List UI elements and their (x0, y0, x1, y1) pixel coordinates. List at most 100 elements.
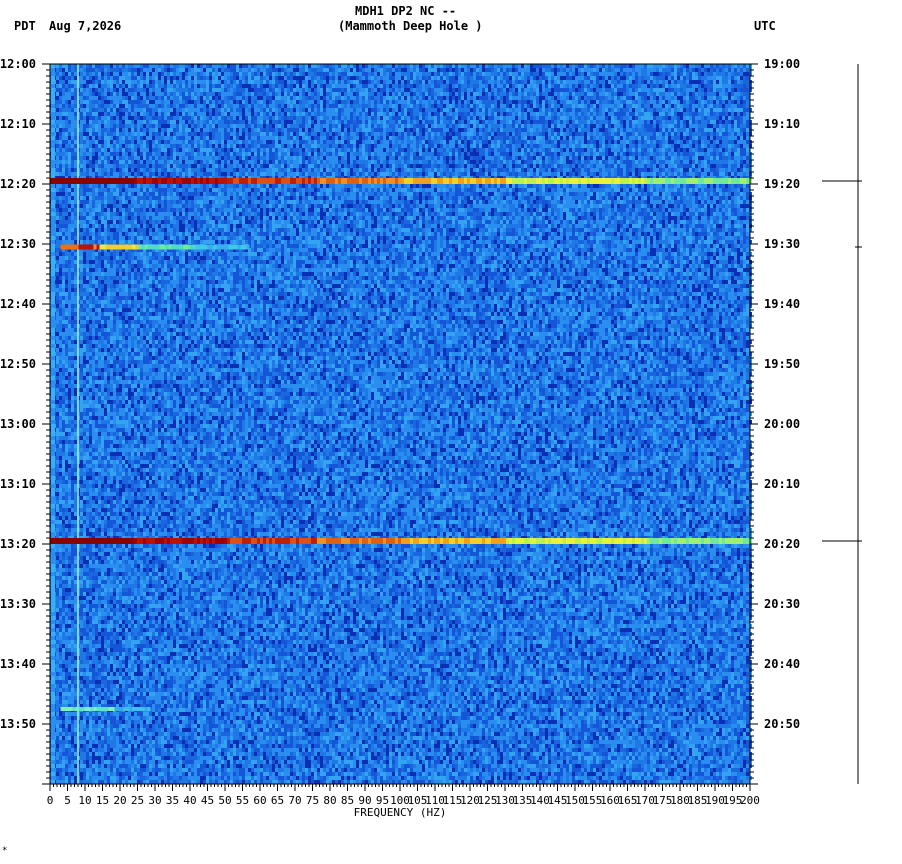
spectrogram-cell (89, 64, 92, 68)
spectrogram-cell (188, 84, 191, 88)
spectrogram-cell (350, 152, 353, 156)
spectrogram-cell (314, 144, 317, 148)
spectrogram-cell (659, 128, 662, 132)
spectrogram-cell (407, 112, 410, 116)
spectrogram-cell (629, 88, 632, 92)
spectrogram-cell (392, 76, 395, 80)
spectrogram-cell (119, 120, 122, 124)
spectrogram-cell (689, 96, 692, 100)
spectrogram-cell (110, 108, 113, 112)
spectrogram-cell (74, 72, 77, 76)
spectrogram-cell (614, 160, 617, 164)
spectrogram-cell (83, 100, 86, 104)
spectrogram-cell (251, 76, 254, 80)
spectrogram-cell (530, 80, 533, 84)
spectrogram-cell (275, 96, 278, 100)
spectrogram-cell (386, 136, 389, 140)
spectrogram-cell (413, 132, 416, 136)
spectrogram-cell (251, 120, 254, 124)
spectrogram-cell (146, 140, 149, 144)
spectrogram-cell (671, 140, 674, 144)
spectrogram-cell (560, 84, 563, 88)
spectrogram-cell (179, 140, 182, 144)
spectrogram-cell (209, 96, 212, 100)
spectrogram-cell (368, 140, 371, 144)
spectrogram-cell (734, 116, 737, 120)
spectrogram-cell (128, 76, 131, 80)
spectrogram-cell (287, 108, 290, 112)
spectrogram-cell (470, 152, 473, 156)
spectrogram-cell (452, 156, 455, 160)
spectrogram-cell (584, 104, 587, 108)
spectrogram-cell (425, 76, 428, 80)
spectrogram-cell (419, 72, 422, 76)
spectrogram-cell (737, 120, 740, 124)
spectrogram-cell (653, 164, 656, 168)
spectrogram-cell (698, 108, 701, 112)
spectrogram-cell (407, 152, 410, 156)
spectrogram-cell (680, 132, 683, 136)
spectrogram-cell (320, 160, 323, 164)
spectrogram-cell (413, 148, 416, 152)
spectrogram-cell (182, 148, 185, 152)
spectrogram-cell (623, 112, 626, 116)
spectrogram-cell (602, 132, 605, 136)
spectrogram-cell (161, 112, 164, 116)
spectrogram-cell (545, 148, 548, 152)
spectrogram-cell (596, 84, 599, 88)
spectrogram-cell (407, 104, 410, 108)
spectrogram-cell (302, 140, 305, 144)
spectrogram-cell (566, 80, 569, 84)
spectrogram-cell (608, 108, 611, 112)
spectrogram-cell (584, 132, 587, 136)
spectrogram-cell (242, 84, 245, 88)
spectrogram-cell (569, 96, 572, 100)
spectrogram-cell (641, 164, 644, 168)
spectrogram-cell (293, 92, 296, 96)
spectrogram-cell (452, 88, 455, 92)
spectrogram-cell (641, 160, 644, 164)
spectrogram-cell (284, 80, 287, 84)
spectrogram-cell (182, 92, 185, 96)
spectrogram-cell (410, 128, 413, 132)
spectrogram-cell (710, 108, 713, 112)
spectrogram-cell (368, 144, 371, 148)
spectrogram-cell (734, 104, 737, 108)
spectrogram-cell (551, 148, 554, 152)
spectrogram-cell (350, 76, 353, 80)
spectrogram-cell (260, 68, 263, 72)
spectrogram-cell (191, 128, 194, 132)
spectrogram-cell (539, 104, 542, 108)
spectrogram-cell (362, 128, 365, 132)
spectrogram-cell (587, 72, 590, 76)
spectrogram-cell (572, 144, 575, 148)
spectrogram-cell (374, 84, 377, 88)
spectrogram-cell (584, 124, 587, 128)
spectrogram-cell (572, 76, 575, 80)
spectrogram-cell (563, 156, 566, 160)
spectrogram-cell (320, 168, 323, 172)
spectrogram-cell (224, 132, 227, 136)
spectrogram-cell (602, 140, 605, 144)
spectrogram-cell (95, 64, 98, 68)
spectrogram-cell (305, 168, 308, 172)
spectrogram-cell (668, 80, 671, 84)
spectrogram-cell (359, 120, 362, 124)
spectrogram-cell (314, 124, 317, 128)
spectrogram-cell (125, 160, 128, 164)
spectrogram-cell (317, 140, 320, 144)
spectrogram-cell (293, 160, 296, 164)
spectrogram-cell (386, 68, 389, 72)
spectrogram-cell (746, 144, 749, 148)
spectrogram-cell (428, 128, 431, 132)
spectrogram-cell (722, 120, 725, 124)
spectrogram-cell (491, 156, 494, 160)
spectrogram-cell (506, 100, 509, 104)
spectrogram-cell (557, 72, 560, 76)
spectrogram-cell (362, 72, 365, 76)
spectrogram-cell (689, 72, 692, 76)
spectrogram-cell (587, 120, 590, 124)
spectrogram-cell (650, 160, 653, 164)
spectrogram-cell (455, 72, 458, 76)
spectrogram-cell (350, 72, 353, 76)
